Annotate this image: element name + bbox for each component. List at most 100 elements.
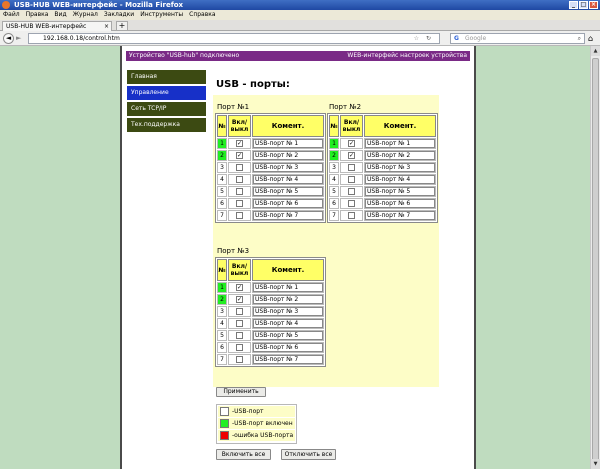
comment-cell: USB-порт № 3: [364, 162, 436, 173]
port-checkbox[interactable]: ✓: [236, 284, 243, 291]
port-checkbox[interactable]: [348, 164, 355, 171]
port-checkbox[interactable]: [348, 200, 355, 207]
switch-cell: [228, 198, 251, 209]
comment-input[interactable]: USB-порт № 4: [253, 175, 323, 184]
port-checkbox[interactable]: [348, 188, 355, 195]
table-row: 2 ✓ USB-порт № 2: [217, 150, 324, 161]
port-checkbox[interactable]: [348, 212, 355, 219]
port-title: Порт №1: [217, 103, 250, 111]
enable-all-button[interactable]: Включить все: [216, 449, 271, 460]
scroll-down-icon[interactable]: ▼: [591, 459, 600, 469]
comment-input[interactable]: USB-порт № 4: [253, 319, 323, 328]
comment-cell: USB-порт № 4: [364, 174, 436, 185]
comment-input[interactable]: USB-порт № 5: [365, 187, 435, 196]
port-checkbox[interactable]: [236, 176, 243, 183]
sidebar-item-support[interactable]: Тех.поддержка: [127, 118, 206, 132]
comment-input[interactable]: USB-порт № 2: [253, 295, 323, 304]
comment-input[interactable]: USB-порт № 6: [253, 199, 323, 208]
close-window-icon[interactable]: ×: [589, 1, 598, 9]
comment-input[interactable]: USB-порт № 3: [253, 307, 323, 316]
reload-icon[interactable]: ↻: [426, 34, 431, 43]
comment-cell: USB-порт № 1: [252, 138, 324, 149]
new-tab-button[interactable]: +: [116, 21, 128, 31]
tab-close-icon[interactable]: ×: [104, 22, 109, 31]
port-checkbox[interactable]: [236, 164, 243, 171]
back-button[interactable]: ◄: [3, 33, 14, 44]
page-container: Устройство "USB-hub" подключено WEB-инте…: [120, 46, 476, 469]
scroll-thumb[interactable]: [592, 58, 599, 462]
minimize-icon[interactable]: _: [569, 1, 578, 9]
comment-input[interactable]: USB-порт № 3: [253, 163, 323, 172]
search-placeholder: Google: [465, 35, 487, 42]
comment-input[interactable]: USB-порт № 7: [253, 355, 323, 364]
comment-cell: USB-порт № 2: [364, 150, 436, 161]
port-checkbox[interactable]: [236, 188, 243, 195]
bookmark-star-icon[interactable]: ☆: [414, 34, 419, 43]
apply-button[interactable]: Применить: [216, 387, 266, 397]
home-icon[interactable]: ⌂: [588, 34, 593, 43]
comment-cell: USB-порт № 1: [252, 282, 324, 293]
port-checkbox[interactable]: [236, 356, 243, 363]
port-number: 6: [217, 198, 227, 209]
table-row: 3 USB-порт № 3: [329, 162, 436, 173]
menu-bookmarks[interactable]: Закладки: [104, 10, 134, 20]
menu-edit[interactable]: Правка: [26, 10, 49, 20]
port-checkbox[interactable]: [236, 308, 243, 315]
menu-view[interactable]: Вид: [54, 10, 66, 20]
port-checkbox[interactable]: ✓: [236, 296, 243, 303]
port-checkbox[interactable]: [236, 320, 243, 327]
comment-input[interactable]: USB-порт № 2: [253, 151, 323, 160]
forward-button[interactable]: ►: [16, 34, 21, 42]
comment-input[interactable]: USB-порт № 4: [365, 175, 435, 184]
port-checkbox[interactable]: ✓: [348, 152, 355, 159]
tab-label: USB-HUB WEB-интерфейс: [6, 23, 87, 30]
url-bar[interactable]: 192.168.0.18/control.htm ☆ ↻: [28, 33, 440, 44]
table-row: 3 USB-порт № 3: [217, 306, 324, 317]
vertical-scrollbar[interactable]: ▲ ▼: [590, 46, 600, 469]
search-box[interactable]: G Google ⌕: [450, 33, 585, 44]
port-number: 5: [329, 186, 339, 197]
column-header-comment: Комент.: [252, 115, 324, 137]
comment-input[interactable]: USB-порт № 7: [365, 211, 435, 220]
comment-input[interactable]: USB-порт № 6: [365, 199, 435, 208]
comment-input[interactable]: USB-порт № 3: [365, 163, 435, 172]
comment-cell: USB-порт № 5: [252, 330, 324, 341]
column-header-num: №: [217, 259, 227, 281]
comment-input[interactable]: USB-порт № 7: [253, 211, 323, 220]
browser-tab[interactable]: USB-HUB WEB-интерфейс ×: [2, 21, 112, 31]
port-checkbox[interactable]: ✓: [236, 140, 243, 147]
port-checkbox[interactable]: ✓: [236, 152, 243, 159]
port-checkbox[interactable]: [236, 332, 243, 339]
menu-file[interactable]: Файл: [3, 10, 20, 20]
port-checkbox[interactable]: [236, 212, 243, 219]
port-checkbox[interactable]: [348, 176, 355, 183]
port-number: 3: [329, 162, 339, 173]
menu-history[interactable]: Журнал: [73, 10, 98, 20]
menu-help[interactable]: Справка: [189, 10, 215, 20]
menu-tools[interactable]: Инструменты: [140, 10, 183, 20]
port-title: Порт №3: [217, 247, 250, 255]
sidebar-item-network[interactable]: Сеть TCP/IP: [127, 102, 206, 116]
port-checkbox[interactable]: [236, 344, 243, 351]
port-checkbox[interactable]: [236, 200, 243, 207]
comment-cell: USB-порт № 1: [364, 138, 436, 149]
comment-input[interactable]: USB-порт № 1: [253, 283, 323, 292]
scroll-up-icon[interactable]: ▲: [591, 46, 600, 56]
column-header-comment: Комент.: [364, 115, 436, 137]
search-icon[interactable]: ⌕: [578, 34, 581, 43]
sidebar-item-control[interactable]: Управление: [127, 86, 206, 100]
switch-cell: [228, 318, 251, 329]
comment-input[interactable]: USB-порт № 5: [253, 187, 323, 196]
comment-input[interactable]: USB-порт № 1: [365, 139, 435, 148]
maximize-icon[interactable]: □: [579, 1, 588, 9]
comment-input[interactable]: USB-порт № 2: [365, 151, 435, 160]
comment-input[interactable]: USB-порт № 6: [253, 343, 323, 352]
disable-all-button[interactable]: Отключить все: [281, 449, 336, 460]
legend-swatch: [220, 407, 229, 416]
comment-input[interactable]: USB-порт № 5: [253, 331, 323, 340]
comment-input[interactable]: USB-порт № 1: [253, 139, 323, 148]
port-number: 1: [329, 138, 339, 149]
sidebar-item-home[interactable]: Главная: [127, 70, 206, 84]
port-checkbox[interactable]: ✓: [348, 140, 355, 147]
ports-area: Порт №1 № Вкл/ выкл Комент. 1 ✓ USB-порт № 1 2 ✓…: [213, 95, 439, 387]
